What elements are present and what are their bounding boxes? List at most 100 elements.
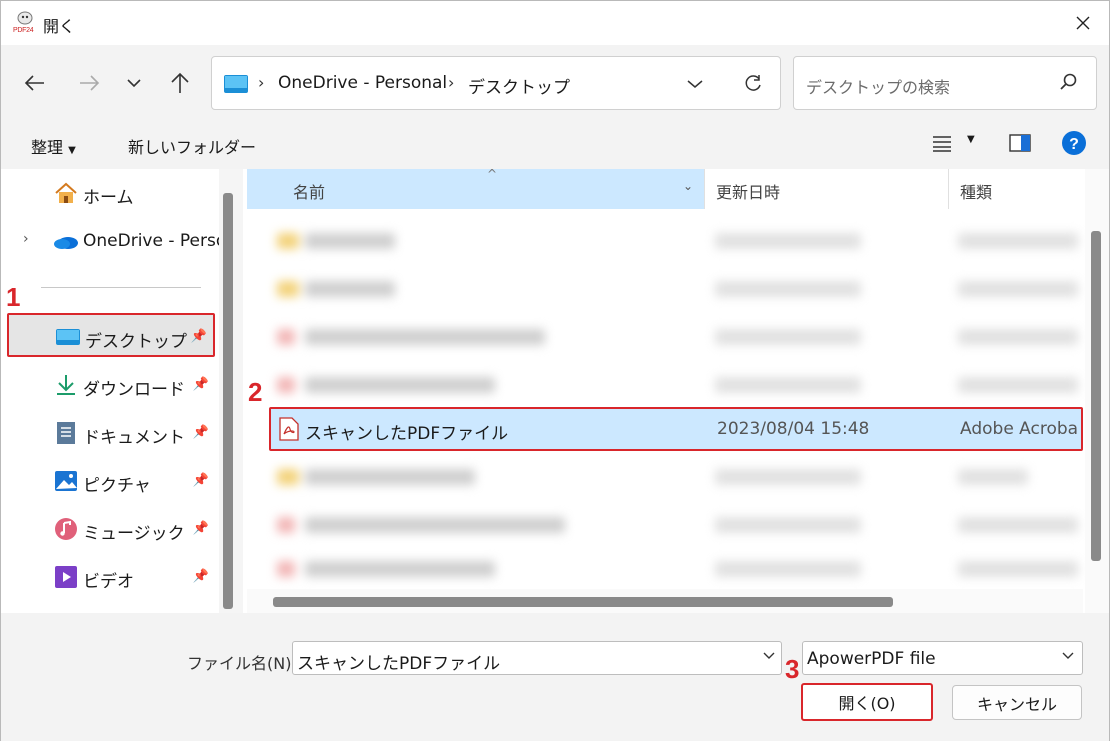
file-list-scrollbar-thumb[interactable]: [1091, 231, 1101, 561]
forward-arrow-icon: [80, 75, 100, 91]
close-icon: [1076, 16, 1090, 30]
step-marker-3: 3: [785, 654, 800, 684]
chevron-down-icon: [687, 80, 703, 88]
back-button[interactable]: [19, 67, 51, 99]
file-list: 名前 ^ ⌄ 更新日時 種類 スキャンしたPDFファイル 2023/08/04 …: [247, 167, 1109, 613]
organize-label: 整理: [31, 138, 64, 157]
filename-label: ファイル名(N):: [187, 654, 297, 673]
app-icon-label: PDF24: [13, 27, 34, 34]
view-options-dropdown[interactable]: ▼: [967, 134, 975, 145]
sidebar-item-label: ピクチャ: [83, 476, 151, 496]
sidebar-divider: [41, 287, 201, 288]
column-header-label: 種類: [960, 183, 993, 202]
chevron-down-icon[interactable]: ⌄: [683, 179, 693, 193]
sidebar-item-label: ミュージック: [83, 524, 185, 544]
sidebar-item-label: ドキュメント: [83, 428, 185, 448]
chevron-down-icon: [1062, 652, 1074, 659]
file-row-blurred[interactable]: [269, 267, 1083, 311]
forward-button[interactable]: [73, 67, 105, 99]
view-options-button[interactable]: [931, 133, 953, 157]
window-title: 開く: [43, 17, 76, 36]
sidebar-item-downloads[interactable]: ダウンロード 📌: [7, 363, 215, 407]
cancel-button[interactable]: キャンセル: [952, 685, 1082, 720]
file-row-selected[interactable]: スキャンしたPDFファイル 2023/08/04 15:48 Adobe Acr…: [269, 407, 1083, 451]
breadcrumb-separator: ›: [258, 73, 265, 92]
address-bar[interactable]: › OneDrive - Personal › デスクトップ: [211, 56, 781, 110]
column-header-modified[interactable]: 更新日時: [707, 169, 949, 209]
desktop-folder-icon: [224, 75, 248, 93]
refresh-icon: [745, 75, 761, 91]
file-type: Adobe Acroba: [960, 419, 1079, 439]
file-row-blurred[interactable]: [269, 547, 1083, 591]
sidebar-item-label: デスクトップ: [85, 332, 187, 352]
sort-ascending-icon: ^: [487, 167, 498, 181]
pin-icon: 📌: [192, 377, 209, 392]
open-file-dialog: PDF24 開く › OneDrive - Personal › デスクトップ …: [0, 0, 1110, 741]
sidebar-item-pictures[interactable]: ピクチャ 📌: [7, 459, 215, 503]
pdf-file-icon: [279, 417, 299, 441]
filename-input[interactable]: スキャンしたPDFファイル: [292, 641, 782, 675]
sidebar-item-documents[interactable]: ドキュメント 📌: [7, 411, 215, 455]
organize-menu-button[interactable]: 整理 ▼: [31, 134, 76, 158]
sidebar-item-videos[interactable]: ビデオ 📌: [7, 555, 215, 599]
sidebar-item-onedrive[interactable]: › OneDrive - Perso: [7, 219, 226, 263]
open-button[interactable]: 開く(O): [801, 683, 933, 721]
breadcrumb-separator: ›: [448, 73, 455, 92]
address-dropdown-button[interactable]: [682, 71, 708, 97]
file-modified-date: 2023/08/04 15:48: [717, 419, 870, 439]
pin-icon: 📌: [190, 329, 207, 344]
pdf24-app-icon: PDF24: [13, 10, 37, 36]
desktop-folder-icon: [56, 329, 80, 345]
expand-chevron-icon: ›: [23, 231, 29, 247]
file-list-header: 名前 ^ ⌄ 更新日時 種類: [247, 167, 1083, 209]
sidebar-item-label: OneDrive - Perso: [83, 231, 227, 251]
list-view-icon: [933, 136, 951, 152]
file-type-filter-value: ApowerPDF file: [807, 649, 936, 669]
dialog-footer: ファイル名(N): スキャンしたPDFファイル ApowerPDF file 開…: [1, 613, 1109, 741]
caret-down-icon: ▼: [68, 145, 76, 156]
sidebar-item-music[interactable]: ミュージック 📌: [7, 507, 215, 551]
download-icon: [57, 375, 75, 395]
onedrive-icon: [54, 237, 78, 249]
sidebar-item-home[interactable]: ホーム: [7, 171, 215, 215]
file-row-blurred[interactable]: [269, 219, 1083, 263]
file-type-filter-select[interactable]: ApowerPDF file: [802, 641, 1083, 675]
navigation-bar: › OneDrive - Personal › デスクトップ デスクトップの検索: [1, 45, 1109, 121]
search-icon: [1060, 73, 1077, 90]
home-icon: [55, 182, 77, 203]
up-button[interactable]: [164, 67, 196, 99]
new-folder-button[interactable]: 新しいフォルダー: [128, 134, 256, 158]
up-arrow-icon: [171, 72, 189, 93]
file-row-blurred[interactable]: [269, 455, 1083, 499]
sidebar-item-label: ホーム: [83, 188, 134, 208]
pictures-icon: [55, 471, 77, 491]
search-box[interactable]: デスクトップの検索: [793, 56, 1097, 110]
file-row-blurred[interactable]: [269, 363, 1083, 407]
document-icon: [57, 422, 75, 444]
file-row-blurred[interactable]: [269, 503, 1083, 547]
column-header-label: 名前: [293, 183, 326, 202]
recent-locations-button[interactable]: [118, 67, 150, 99]
help-button[interactable]: ?: [1061, 130, 1087, 160]
sidebar-scrollbar-thumb[interactable]: [223, 193, 233, 609]
column-header-name[interactable]: 名前 ^ ⌄: [247, 167, 705, 209]
video-icon: [55, 566, 77, 588]
file-name: スキャンしたPDFファイル: [305, 424, 509, 444]
chevron-down-icon[interactable]: [763, 652, 775, 660]
preview-pane-button[interactable]: [1009, 133, 1031, 157]
step-marker-1: 1: [6, 282, 21, 312]
pin-icon: 📌: [192, 473, 209, 488]
refresh-button[interactable]: [738, 69, 768, 99]
back-arrow-icon: [24, 75, 44, 91]
sidebar-item-desktop[interactable]: デスクトップ 📌: [7, 313, 215, 357]
file-row-blurred[interactable]: [269, 315, 1083, 359]
column-header-type[interactable]: 種類: [951, 169, 1083, 209]
preview-pane-icon: [1009, 134, 1031, 152]
breadcrumb-desktop[interactable]: デスクトップ: [468, 73, 570, 98]
sidebar-item-label: ダウンロード: [83, 380, 185, 400]
column-header-label: 更新日時: [716, 183, 781, 202]
horizontal-scrollbar-thumb[interactable]: [273, 597, 893, 607]
close-button[interactable]: [1057, 1, 1109, 45]
breadcrumb-onedrive[interactable]: OneDrive - Personal: [278, 73, 447, 93]
music-icon: [55, 518, 77, 540]
